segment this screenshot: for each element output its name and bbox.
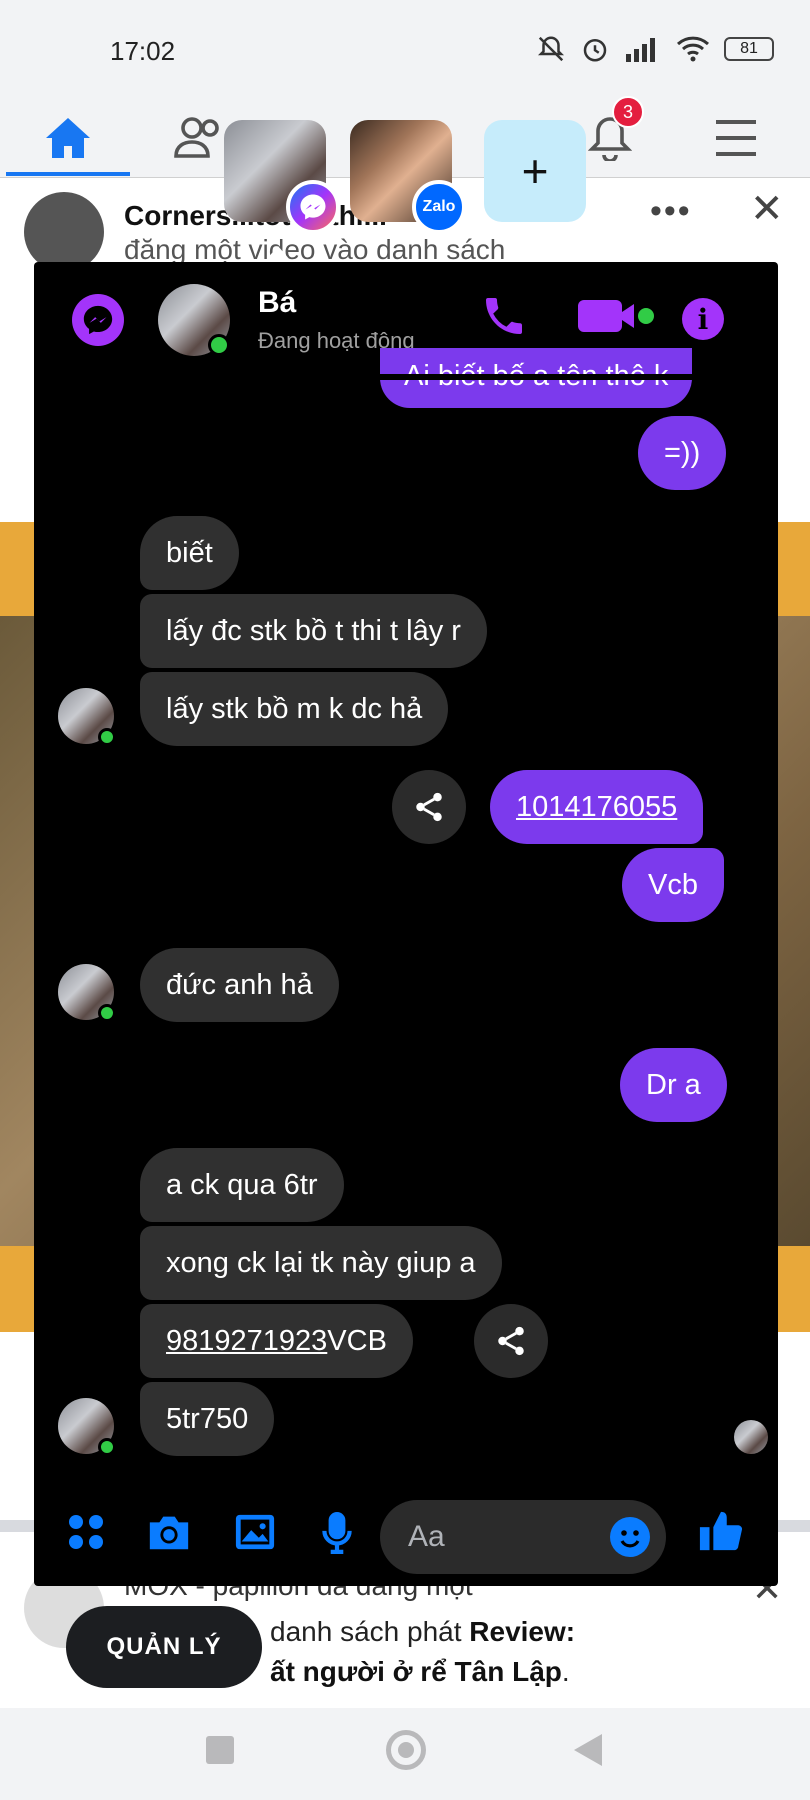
avatar[interactable]: [24, 192, 104, 272]
message-text: VCB: [327, 1325, 387, 1357]
message-bubble-incoming[interactable]: xong ck lại tk này giup a: [140, 1226, 502, 1300]
post-text-bold2: ất người ở rể Tân Lập: [270, 1656, 562, 1687]
active-tab-indicator: [6, 172, 130, 176]
message-text: =)): [664, 437, 701, 469]
message-bubble-outgoing[interactable]: Vcb: [622, 848, 724, 922]
message-bubble-incoming[interactable]: đức anh hả: [140, 948, 339, 1022]
bubble-pointer: [266, 246, 290, 260]
notification-badge: 3: [612, 96, 644, 128]
phone-call-icon[interactable]: [480, 292, 528, 345]
home-icon[interactable]: [38, 108, 98, 168]
message-bubble-incoming[interactable]: 9819271923 VCB: [140, 1304, 413, 1378]
like-icon[interactable]: [698, 1508, 744, 1559]
message-bubble-outgoing[interactable]: 1014176055: [490, 770, 704, 844]
message-bubble-outgoing[interactable]: Dr a: [620, 1048, 727, 1122]
home-button[interactable]: [386, 1730, 426, 1770]
post-text-bold1: Review:: [469, 1616, 576, 1647]
messenger-badge-icon: [286, 180, 340, 234]
message-bubble-incoming[interactable]: biết: [140, 516, 239, 590]
account-number-link[interactable]: 9819271923: [166, 1323, 327, 1359]
emoji-icon[interactable]: [610, 1517, 650, 1557]
message-text: xong ck lại tk này giup a: [166, 1247, 476, 1279]
post-text-end: .: [561, 1656, 570, 1687]
alarm-icon: [583, 39, 607, 62]
online-indicator: [98, 1438, 116, 1456]
friends-icon[interactable]: [170, 108, 230, 168]
gallery-icon[interactable]: [234, 1512, 276, 1557]
signal-icon: [626, 38, 655, 62]
message-input-placeholder: Aa: [408, 1520, 445, 1553]
battery-indicator: 81: [724, 37, 774, 61]
manage-bubbles-button[interactable]: QUẢN LÝ: [66, 1606, 262, 1688]
message-bubble-incoming[interactable]: lấy stk bồ m k dc hả: [140, 672, 449, 746]
back-button[interactable]: [574, 1734, 602, 1766]
zalo-badge-icon: Zalo: [412, 180, 466, 234]
online-indicator: [208, 334, 230, 356]
online-indicator: [98, 1004, 116, 1022]
recents-button[interactable]: [206, 1736, 234, 1764]
wifi-icon: [676, 36, 710, 62]
message-input[interactable]: Aa: [380, 1500, 666, 1574]
share-button[interactable]: [474, 1304, 548, 1378]
message-text: lấy đc stk bồ t thi t lây r: [166, 615, 461, 647]
message-text: Vcb: [648, 869, 698, 901]
message-text: a ck qua 6tr: [166, 1169, 318, 1201]
more-options-icon[interactable]: •••: [650, 192, 692, 231]
message-bubble-incoming[interactable]: lấy đc stk bồ t thi t lây r: [140, 594, 487, 668]
messenger-icon[interactable]: [72, 294, 124, 346]
bell-off-icon: [537, 36, 565, 62]
close-icon[interactable]: ✕: [750, 186, 784, 232]
post-text: danh sách phát Review: ất người ở rể Tân…: [270, 1612, 790, 1692]
info-icon[interactable]: i: [682, 298, 724, 340]
message-text: Dr a: [646, 1069, 701, 1101]
composer-bar: Aa: [34, 1482, 778, 1586]
message-bubble-outgoing[interactable]: =)): [638, 416, 727, 490]
messenger-chat-panel: Bá Đang hoạt động i Ai biết bố a tên thô…: [34, 262, 778, 1586]
video-call-icon[interactable]: [578, 296, 654, 341]
microphone-icon[interactable]: [322, 1512, 352, 1559]
message-bubble-incoming[interactable]: a ck qua 6tr: [140, 1148, 344, 1222]
message-text: đức anh hả: [166, 969, 313, 1001]
share-icon: [416, 792, 442, 822]
message-text: biết: [166, 537, 213, 569]
seen-receipt-avatar: [734, 1420, 768, 1454]
add-chat-head-button[interactable]: +: [484, 120, 586, 222]
header-divider: [34, 374, 778, 380]
status-bar: 17:02 81: [0, 0, 810, 100]
post-text-line1: danh sách phát: [270, 1616, 470, 1647]
message-text: 5tr750: [166, 1403, 249, 1435]
share-icon: [498, 1326, 524, 1356]
message-bubble-incoming[interactable]: 5tr750: [140, 1382, 275, 1456]
menu-icon[interactable]: [706, 108, 766, 168]
more-actions-icon[interactable]: [66, 1512, 106, 1557]
message-text: lấy stk bồ m k dc hả: [166, 693, 423, 725]
account-number-link[interactable]: 1014176055: [516, 789, 677, 825]
share-button[interactable]: [392, 770, 466, 844]
contact-name[interactable]: Bá: [258, 286, 296, 320]
status-icons: 81: [536, 34, 774, 64]
camera-icon[interactable]: [146, 1512, 192, 1557]
status-time: 17:02: [110, 36, 176, 66]
online-indicator: [98, 728, 116, 746]
